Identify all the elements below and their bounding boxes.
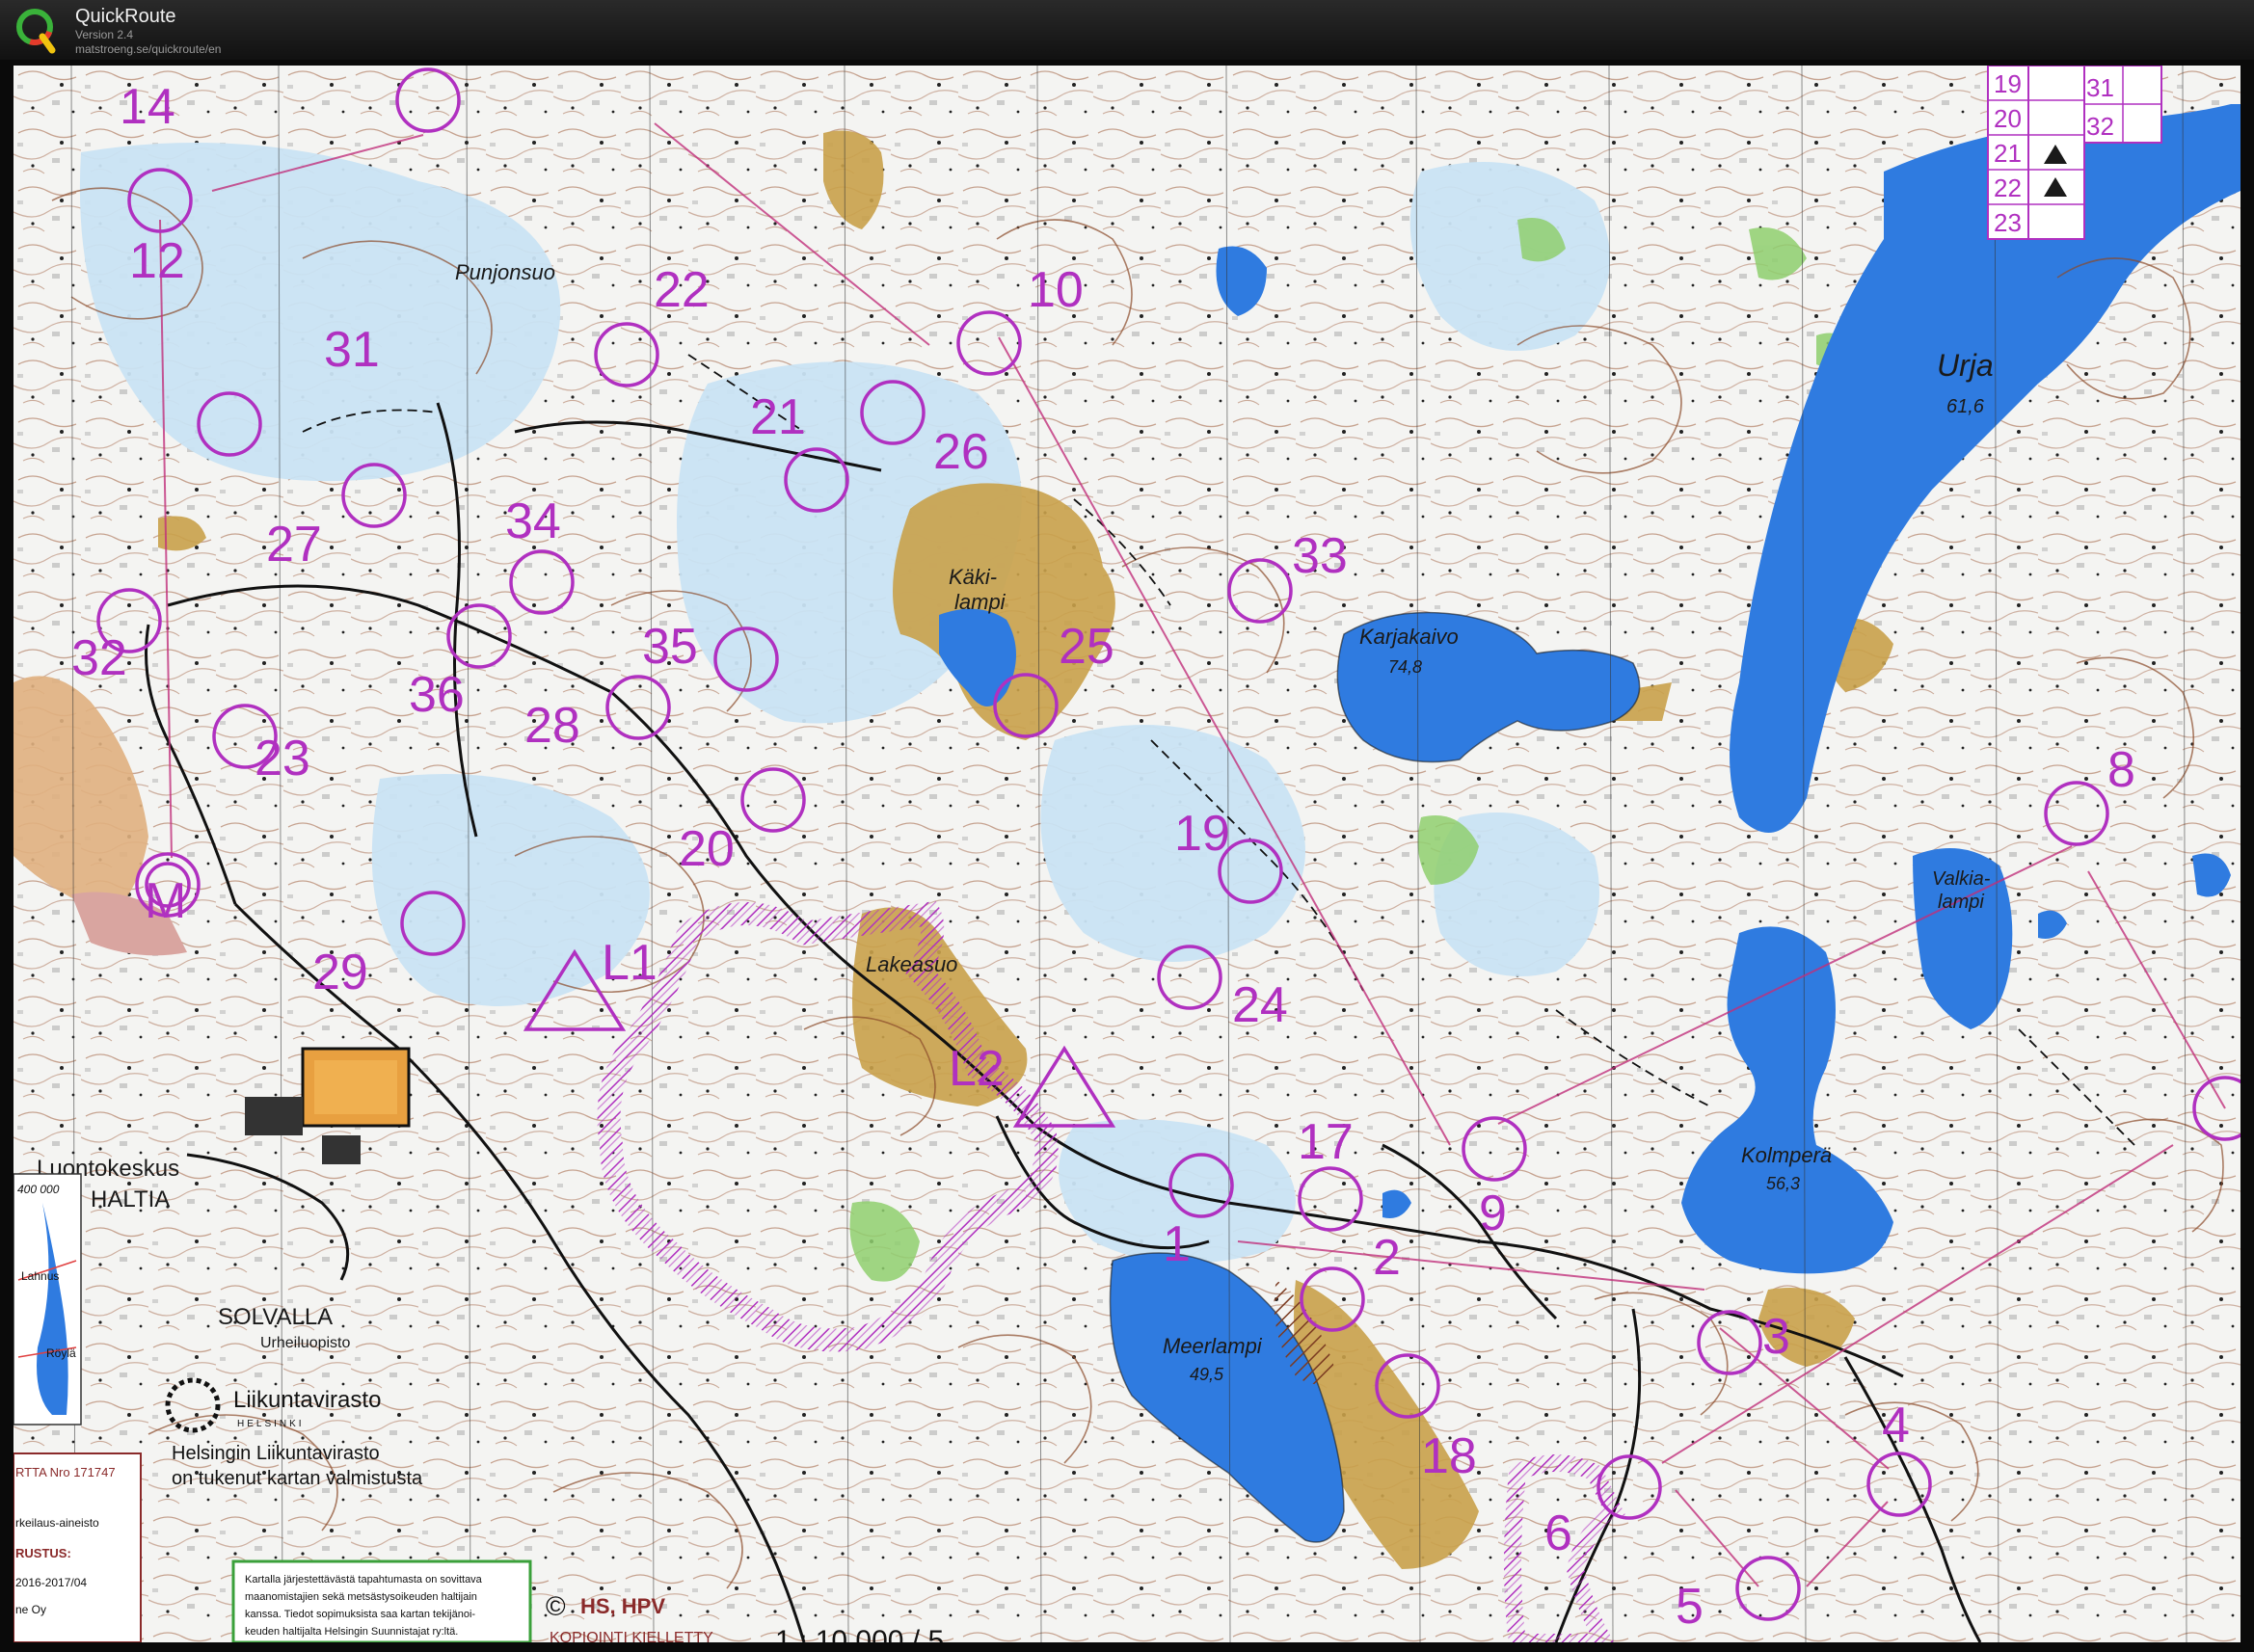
place-label: Lakeasuo <box>866 952 957 976</box>
legend-line: RUSTUS: <box>15 1546 71 1560</box>
building <box>245 1097 303 1135</box>
control-label: 1 <box>1163 1216 1191 1272</box>
app-version: Version 2.4 <box>75 28 134 41</box>
control-label: 23 <box>255 731 310 786</box>
control-label: L1 <box>602 935 657 991</box>
control-label: 28 <box>524 698 580 754</box>
place-label: SOLVALLA <box>218 1304 333 1330</box>
control-label: 32 <box>71 630 127 686</box>
legend-forbidden: KOPIOINTI KIELLETTY <box>550 1630 713 1642</box>
place-label: Kolmperä <box>1741 1143 1832 1167</box>
place-label: Urja <box>1937 348 1994 383</box>
control-label: 20 <box>679 821 735 877</box>
control-label: 35 <box>642 619 698 675</box>
description-number: 32 <box>2086 112 2114 141</box>
place-label: HALTIA <box>91 1186 170 1212</box>
quickroute-logo-icon <box>16 9 56 54</box>
control-label: 8 <box>2107 742 2135 798</box>
control-label: 34 <box>505 493 561 549</box>
control-label: 21 <box>750 389 806 445</box>
description-number: 21 <box>1994 139 2022 168</box>
control-label: 10 <box>1028 262 1084 318</box>
place-label: Urheiluopisto <box>260 1335 350 1351</box>
place-label: lampi <box>954 590 1006 614</box>
control-label: L2 <box>949 1041 1005 1097</box>
legend-sponsor: Helsingin Liikuntavirasto <box>172 1443 380 1464</box>
place-label: 74,8 <box>1388 657 1422 677</box>
control-label: 27 <box>266 517 322 573</box>
place-label: Punjonsuo <box>455 260 555 284</box>
place-label: lampi <box>1938 892 1984 913</box>
control-label: 22 <box>654 262 710 318</box>
place-label: Valkia- <box>1932 868 1991 890</box>
legend-notice: maanomistajien sekä metsästysoikeuden ha… <box>245 1591 477 1603</box>
legend-credits: HS, HPV <box>580 1594 665 1618</box>
control-label: 4 <box>1882 1398 1910 1453</box>
title-bar: QuickRoute Version 2.4 matstroeng.se/qui… <box>0 0 2254 60</box>
control-label: 17 <box>1298 1114 1354 1170</box>
description-number: 23 <box>1994 208 2022 237</box>
place-label: Käki- <box>949 565 997 589</box>
control-label: 31 <box>324 322 380 378</box>
inset-label: Lahnus <box>21 1269 59 1283</box>
control-label: 29 <box>312 945 368 1000</box>
legend-line: rkeilaus-aineisto <box>15 1516 99 1530</box>
control-label: 14 <box>120 79 175 135</box>
control-label: 33 <box>1292 528 1348 584</box>
legend-line: 2016-2017/04 <box>15 1576 87 1589</box>
legend-scale: 1 : 10 000 / 5 <box>775 1625 944 1642</box>
legend-notice: keuden haltijalta Helsingin Suunnistajat… <box>245 1626 458 1638</box>
copyright-symbol: © <box>546 1591 566 1621</box>
control-label: M <box>145 873 186 929</box>
place-label: Karjakaivo <box>1359 625 1459 649</box>
legend-map-number: RTTA Nro 171747 <box>15 1465 116 1479</box>
orienteering-map[interactable]: 1 2 3 4 5 6 8 9 10 12 14 17 18 19 20 21 … <box>13 66 2241 1642</box>
legend-line: ne Oy <box>15 1603 46 1616</box>
control-label: 25 <box>1059 619 1114 675</box>
legend-notice: Kartalla järjestettävästä tapahtumasta o… <box>245 1574 483 1585</box>
description-number: 20 <box>1994 104 2022 133</box>
control-label: 36 <box>409 667 465 723</box>
inset-label: Röylä <box>46 1346 76 1360</box>
control-label: 24 <box>1232 977 1288 1033</box>
control-label: 9 <box>1479 1186 1507 1241</box>
place-label: 61,6 <box>1946 396 1985 417</box>
control-label: 3 <box>1762 1309 1790 1365</box>
legend-liikuntavirasto: Liikuntavirasto <box>233 1387 381 1413</box>
app-title: QuickRoute <box>75 6 176 27</box>
inset-scale: 400 000 <box>17 1183 60 1196</box>
description-number: 31 <box>2086 73 2114 102</box>
app-url: matstroeng.se/quickroute/en <box>75 42 222 56</box>
control-label: 12 <box>129 233 185 289</box>
place-label: 49,5 <box>1190 1365 1224 1384</box>
control-label: 2 <box>1373 1230 1401 1286</box>
legend-notice: kanssa. Tiedot sopimuksista saa kartan t… <box>245 1609 475 1620</box>
control-label: 26 <box>933 424 989 480</box>
control-label: 5 <box>1676 1579 1704 1635</box>
legend-sponsor: on tukenut kartan valmistusta <box>172 1468 423 1489</box>
legend-helsinki: HELSINKI <box>237 1419 305 1429</box>
place-label: Meerlampi <box>1163 1334 1263 1358</box>
control-label: 18 <box>1421 1428 1477 1484</box>
map-viewport[interactable]: 1 2 3 4 5 6 8 9 10 12 14 17 18 19 20 21 … <box>0 60 2254 1652</box>
control-label: 6 <box>1544 1505 1572 1561</box>
description-number: 22 <box>1994 173 2022 202</box>
place-label: 56,3 <box>1766 1174 1800 1193</box>
description-number: 19 <box>1994 69 2022 98</box>
control-label: 19 <box>1174 806 1230 862</box>
